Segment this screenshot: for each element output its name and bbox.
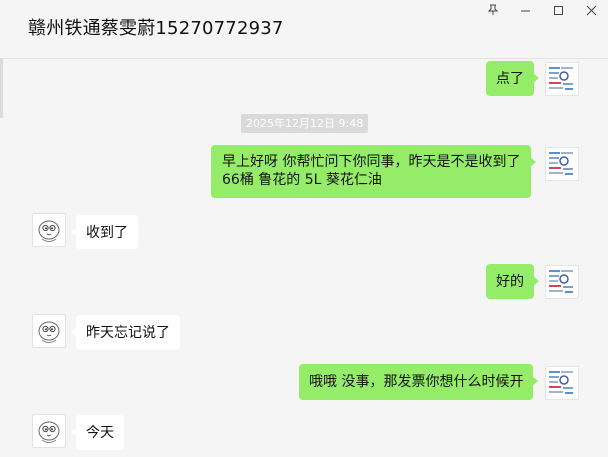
my-avatar[interactable] <box>545 366 579 400</box>
contact-avatar[interactable] <box>32 414 66 448</box>
contact-avatar[interactable] <box>32 213 66 247</box>
message-bubble-sent[interactable]: 点了 <box>486 61 539 96</box>
maximize-button[interactable] <box>543 0 573 20</box>
pin-icon[interactable] <box>478 0 508 20</box>
message-line: 66桶 鲁花的 5L 葵花仁油 <box>222 172 382 188</box>
chat-title: 赣州铁通蔡雯蔚15270772937 <box>28 18 284 39</box>
title-bar: 赣州铁通蔡雯蔚15270772937 <box>0 0 608 59</box>
message-bubble-received[interactable]: 昨天忘记说了 <box>71 315 180 350</box>
message-bubble-received[interactable]: 今天 <box>71 415 124 450</box>
message-bubble-sent[interactable]: 哦哦 没事，那发票你想什么时候开 <box>299 364 539 400</box>
my-avatar[interactable] <box>545 147 579 181</box>
message-bubble-received[interactable]: 收到了 <box>71 215 138 249</box>
message-line: 早上好呀 你帮忙问下你同事，昨天是不是收到了 <box>222 154 521 170</box>
message-bubble-sent[interactable]: 早上好呀 你帮忙问下你同事，昨天是不是收到了 66桶 鲁花的 5L 葵花仁油 <box>211 145 537 198</box>
my-avatar[interactable] <box>545 265 579 299</box>
minimize-button[interactable] <box>510 0 540 20</box>
close-button[interactable] <box>576 0 606 20</box>
contact-avatar[interactable] <box>32 314 66 348</box>
timestamp-divider: 2025年12月12日 9:48 <box>241 114 369 133</box>
my-avatar[interactable] <box>545 62 579 96</box>
scroll-indicator <box>0 58 3 118</box>
message-bubble-sent[interactable]: 好的 <box>486 264 539 299</box>
